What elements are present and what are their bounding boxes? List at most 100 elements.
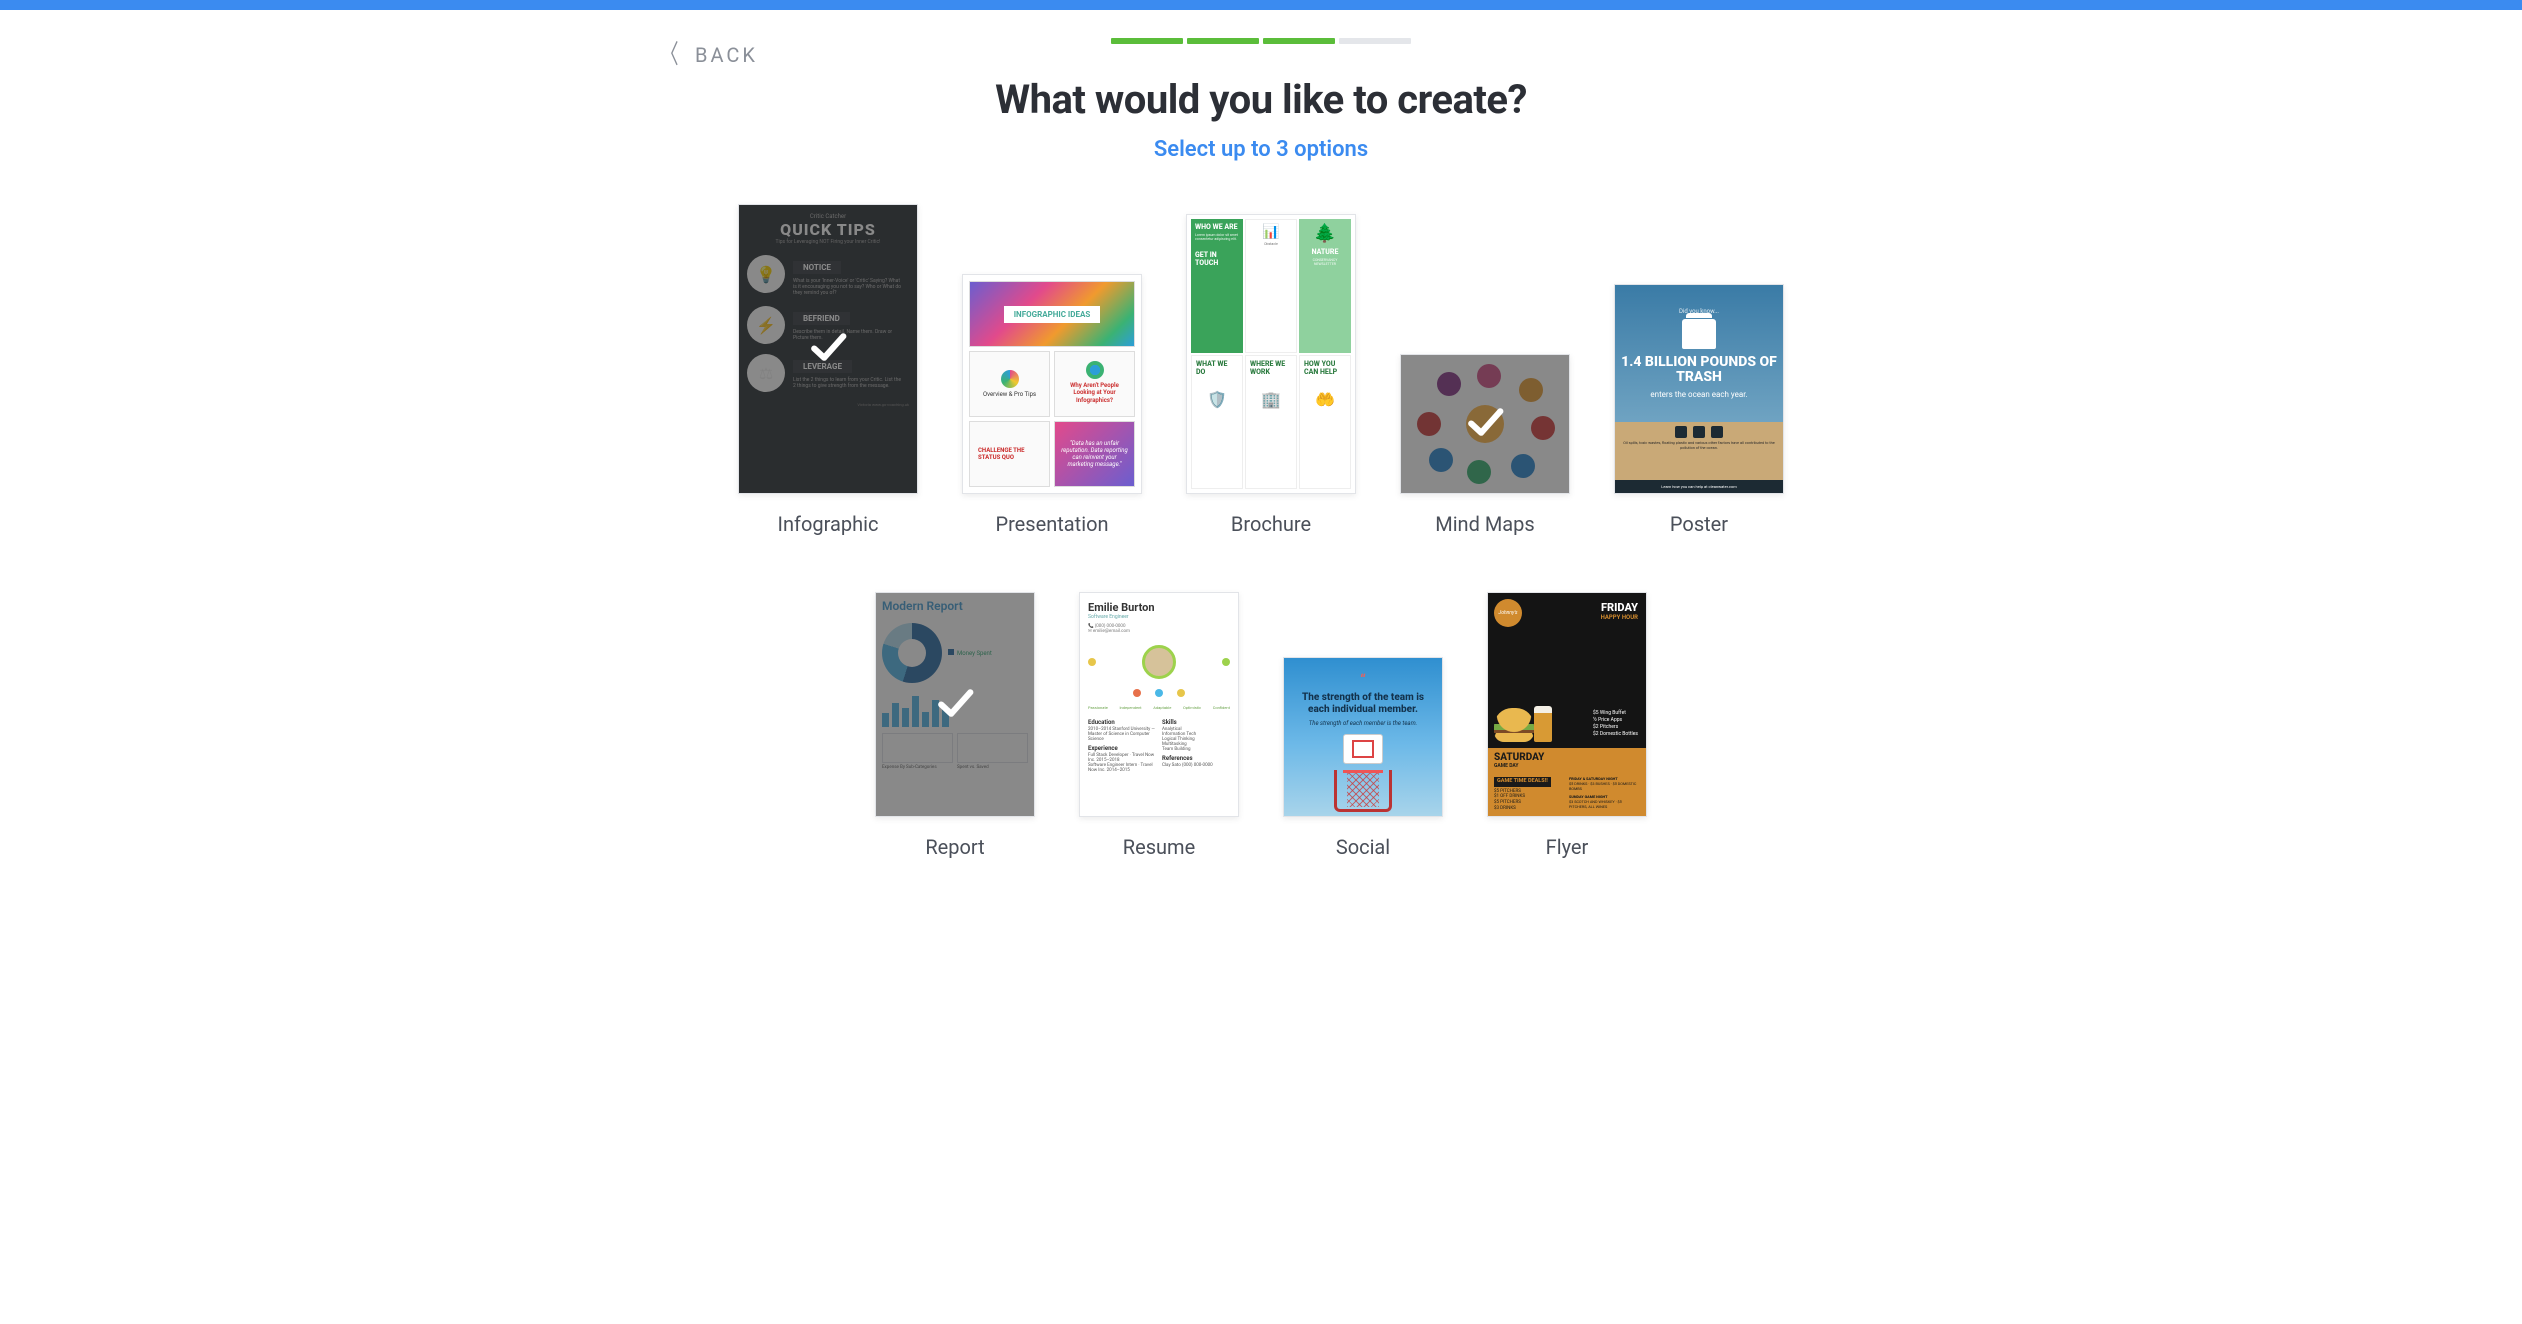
mindmap-bubble	[1477, 364, 1501, 388]
poster-sand: Oil spills, toxic wastes, floating plast…	[1615, 422, 1783, 480]
slide-heading: CHALLENGE THE STATUS QUO	[970, 447, 1049, 461]
report-box	[882, 733, 953, 763]
slide-heading: Overview & Pro Tips	[983, 391, 1036, 398]
back-label: BACK	[695, 43, 758, 67]
slide-thumb: Overview & Pro Tips	[969, 351, 1050, 417]
thumb-subtitle: Tips for Leveraging NOT Firing your Inne…	[747, 239, 909, 245]
mindmap-bubble	[1511, 454, 1535, 478]
report-caption: Spent vs. Saved	[957, 765, 1028, 770]
progress-segment	[1339, 38, 1411, 44]
flyer-heading: SATURDAY	[1494, 752, 1544, 763]
option-label: Resume	[1123, 835, 1195, 859]
flyer-col-body: $3 SCOTCH AND WHISKEY · $5 PITCHERS, ALL…	[1569, 800, 1640, 810]
brochure-panel: WHERE WE WORK🏢	[1245, 355, 1297, 489]
option-label: Mind Maps	[1435, 512, 1535, 536]
poster-footer: Oil spills, toxic wastes, floating plast…	[1615, 438, 1783, 452]
progress-segment	[1263, 38, 1335, 44]
option-label: Flyer	[1546, 835, 1589, 859]
resume-trait-icon	[1177, 689, 1185, 697]
option-resume[interactable]: Emilie Burton Software Engineer 📞 (000) …	[1079, 592, 1239, 859]
poster-headline: 1.4 BILLION POUNDS OF TRASH	[1621, 355, 1777, 386]
panel-heading: GET IN TOUCH	[1195, 251, 1239, 267]
option-brochure[interactable]: WHO WE ARELorem ipsum dolor sit amet con…	[1186, 214, 1356, 536]
section-body: Clay Sato (000) 000-0000	[1162, 763, 1230, 768]
slide-banner: INFOGRAPHIC IDEAS	[1004, 306, 1101, 323]
backboard-icon	[1343, 734, 1383, 764]
panel-heading: HOW YOU CAN HELP	[1304, 360, 1346, 376]
poster-sub: enters the ocean each year.	[1650, 390, 1747, 400]
option-thumbnail: WHO WE ARELorem ipsum dolor sit amet con…	[1186, 214, 1356, 494]
slide-thumb: Why Aren't People Looking at Your Infogr…	[1054, 351, 1135, 417]
brochure-panel: 📊Obstacle	[1245, 219, 1297, 353]
social-sub: The strength of each member is the team.	[1309, 720, 1417, 727]
option-poster[interactable]: Did you know... 1.4 BILLION POUNDS OF TR…	[1614, 284, 1784, 536]
option-thumbnail: Johnny's FRIDAY HAPPY HOUR $5 Wing Buffe…	[1487, 592, 1647, 817]
option-social[interactable]: “ The strength of the team is each indiv…	[1283, 657, 1443, 859]
option-label: Poster	[1670, 512, 1728, 536]
avatar	[1142, 645, 1176, 679]
report-title: Modern Report	[882, 599, 1028, 613]
top-accent-bar	[0, 0, 2522, 10]
mindmap-bubble	[1429, 448, 1453, 472]
section-body: 2010–2014 Stanford University — Master o…	[1088, 727, 1156, 742]
panel-heading: WHAT WE DO	[1196, 360, 1238, 376]
progress-segment	[1111, 38, 1183, 44]
report-box	[957, 733, 1028, 763]
lightbulb-icon: 💡	[747, 255, 785, 293]
option-thumbnail: Emilie Burton Software Engineer 📞 (000) …	[1079, 592, 1239, 817]
checkmark-icon	[805, 324, 851, 374]
section-heading: Experience	[1088, 745, 1156, 752]
mindmap-bubble	[1437, 372, 1461, 396]
panel-body: CONSERVANCY NEWSLETTER	[1303, 258, 1347, 266]
mindmap-bubble	[1531, 416, 1555, 440]
option-thumbnail: Critic Catcher QUICK TIPS Tips for Lever…	[738, 204, 918, 494]
resume-traits: PassionateIndependentAdaptableOptimistic…	[1088, 705, 1230, 710]
option-mindmaps[interactable]: Mind Maps	[1400, 354, 1570, 536]
section-heading: References	[1162, 755, 1230, 762]
mindmap-bubble	[1467, 460, 1491, 484]
mindmap-bubble	[1417, 412, 1441, 436]
option-flyer[interactable]: Johnny's FRIDAY HAPPY HOUR $5 Wing Buffe…	[1487, 592, 1647, 859]
brochure-panel: WHAT WE DO🛡️	[1191, 355, 1243, 489]
resume-role: Software Engineer	[1088, 614, 1230, 620]
resume-trait-icon	[1155, 689, 1163, 697]
option-label: Social	[1336, 835, 1390, 859]
resume-trait-icon	[1222, 658, 1230, 666]
option-presentation[interactable]: INFOGRAPHIC IDEAS Overview & Pro Tips Wh…	[962, 274, 1142, 536]
panel-body: Lorem ipsum dolor sit amet consectetur a…	[1195, 233, 1239, 241]
flyer-heading: FRIDAY	[1601, 601, 1638, 614]
flyer-logo: Johnny's	[1494, 599, 1522, 627]
list-item: $3 DRINKS	[1494, 806, 1565, 812]
thumb-footer: Victoria www.go-coaching.uk	[747, 402, 909, 407]
back-button[interactable]: 〈 BACK	[656, 42, 758, 68]
option-thumbnail	[1400, 354, 1570, 494]
option-label: Report	[925, 835, 984, 859]
section-heading: Education	[1088, 719, 1156, 726]
bolt-icon: ⚡	[747, 306, 785, 344]
option-infographic[interactable]: Critic Catcher QUICK TIPS Tips for Lever…	[738, 204, 918, 536]
option-thumbnail: INFOGRAPHIC IDEAS Overview & Pro Tips Wh…	[962, 274, 1142, 494]
section-heading: Skills	[1162, 719, 1230, 726]
flyer-subheading: GAME DAY	[1494, 763, 1640, 769]
hoop-icon	[1334, 770, 1392, 812]
resume-trait-icon	[1088, 658, 1096, 666]
thumb-row-body: List the 2 things to learn from your Cri…	[793, 377, 903, 389]
skill-item: Team Building	[1162, 747, 1230, 752]
option-thumbnail: Modern Report Money Spent Expense By Sub…	[875, 592, 1035, 817]
slide-thumb: "Data has an unfair reputation. Data rep…	[1054, 421, 1135, 487]
list-item: $2 Domestic Bottles	[1593, 731, 1638, 738]
panel-heading: WHERE WE WORK	[1250, 360, 1292, 376]
slide-thumb: CHALLENGE THE STATUS QUO	[969, 421, 1050, 487]
legend-label: Money Spent	[957, 650, 992, 657]
onboarding-content: 〈 BACK What would you like to create? Se…	[516, 10, 2006, 899]
option-label: Infographic	[778, 512, 879, 536]
slide-heading: Why Aren't People Looking at Your Infogr…	[1059, 382, 1130, 404]
panel-heading: NATURE	[1303, 248, 1347, 256]
option-thumbnail: Did you know... 1.4 BILLION POUNDS OF TR…	[1614, 284, 1784, 494]
option-report[interactable]: Modern Report Money Spent Expense By Sub…	[875, 592, 1035, 859]
brochure-panel: HOW YOU CAN HELP🤲	[1299, 355, 1351, 489]
option-thumbnail: “ The strength of the team is each indiv…	[1283, 657, 1443, 817]
header-row: 〈 BACK	[536, 10, 1986, 44]
resume-name: Emilie Burton	[1088, 601, 1230, 614]
scale-icon: ⚖	[747, 354, 785, 392]
